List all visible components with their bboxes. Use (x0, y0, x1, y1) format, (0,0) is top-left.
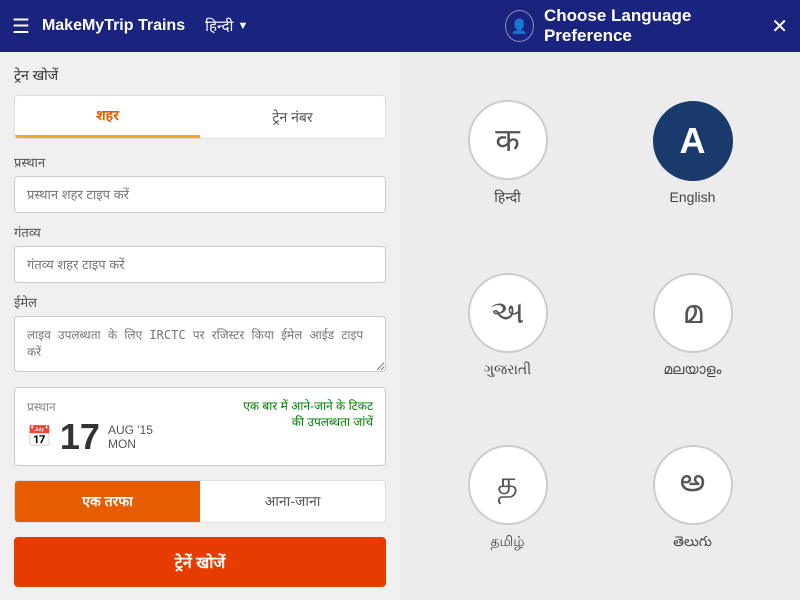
search-type-tabs: शहर ट्रेन नंबर (14, 95, 386, 139)
lang-option-malayalam[interactable]: മ മലയാളം (653, 273, 733, 378)
lang-circle-malayalam: മ (653, 273, 733, 353)
language-selector-button[interactable]: हिन्दी ▼ (205, 16, 248, 36)
lang-circle-tamil: த (468, 445, 548, 525)
email-label: ईमेल (14, 293, 386, 311)
search-panel: ट्रेन खोजें शहर ट्रेन नंबर प्रस्थान गंतव… (0, 52, 400, 600)
close-icon[interactable]: ✕ (771, 14, 788, 39)
avatar: 👤 (505, 10, 534, 42)
from-label: प्रस्थान (14, 153, 386, 171)
search-section-title: ट्रेन खोजें (14, 66, 386, 85)
date-label: प्रस्थान (27, 398, 153, 415)
dialog-title: Choose Language Preference (544, 6, 761, 46)
lang-name-hindi: हिन्दी (494, 188, 520, 207)
lang-circle-telugu: అ (653, 445, 733, 525)
to-input[interactable] (14, 246, 386, 283)
language-chooser-panel: क हिन्दी A English અ ગુજરાતી മ മലയാളം த தமிழ் అ తెల… (400, 52, 800, 600)
lang-name-telugu: తెలుగు (673, 533, 712, 553)
lang-option-telugu[interactable]: అ తెలుగు (653, 445, 733, 553)
trip-type-tabs: एक तरफा आना-जाना (14, 480, 386, 523)
round-trip-link[interactable]: एक बार में आने-जाने के टिकट की उपलब्धता … (243, 398, 373, 432)
lang-option-english[interactable]: A English (653, 101, 733, 205)
header: ☰ MakeMyTrip Trains हिन्दी ▼ 👤 Choose La… (0, 0, 800, 52)
email-input[interactable] (14, 316, 386, 372)
lang-name-gujarati: ગુજરાતી (484, 361, 531, 378)
calendar-icon[interactable]: 📅 (27, 424, 52, 449)
date-day: MON (108, 437, 153, 451)
lang-name-malayalam: മലയാളം (663, 361, 721, 378)
round-trip-button[interactable]: आना-जाना (200, 481, 385, 522)
dialog-title-section: 👤 Choose Language Preference (505, 6, 761, 46)
lang-name-english: English (670, 189, 716, 205)
lang-circle-hindi: क (468, 100, 548, 180)
current-language-label: हिन्दी (205, 16, 233, 36)
main-content: ट्रेन खोजें शहर ट्रेन नंबर प्रस्थान गंतव… (0, 52, 800, 600)
lang-option-hindi[interactable]: क हिन्दी (468, 100, 548, 207)
lang-circle-gujarati: અ (468, 273, 548, 353)
tab-city[interactable]: शहर (15, 96, 200, 138)
to-label: गंतव्य (14, 223, 386, 241)
date-month: AUG '15 (108, 423, 153, 437)
departure-date-section: प्रस्थान 📅 17 AUG '15 MON एक बार में आने… (14, 387, 386, 466)
tab-train-number[interactable]: ट्रेन नंबर (200, 96, 385, 138)
lang-name-tamil: தமிழ் (490, 533, 524, 552)
one-way-button[interactable]: एक तरफा (15, 481, 200, 522)
lang-circle-english: A (653, 101, 733, 181)
user-icon: 👤 (511, 18, 528, 35)
date-number: 17 (60, 419, 100, 455)
menu-icon[interactable]: ☰ (12, 14, 30, 39)
app-logo: MakeMyTrip Trains (42, 17, 185, 35)
chevron-down-icon: ▼ (237, 20, 248, 32)
lang-option-gujarati[interactable]: અ ગુજરાતી (468, 273, 548, 378)
search-trains-button[interactable]: ट्रेनें खोजें (14, 537, 386, 587)
lang-option-tamil[interactable]: த தமிழ் (468, 445, 548, 552)
from-input[interactable] (14, 176, 386, 213)
